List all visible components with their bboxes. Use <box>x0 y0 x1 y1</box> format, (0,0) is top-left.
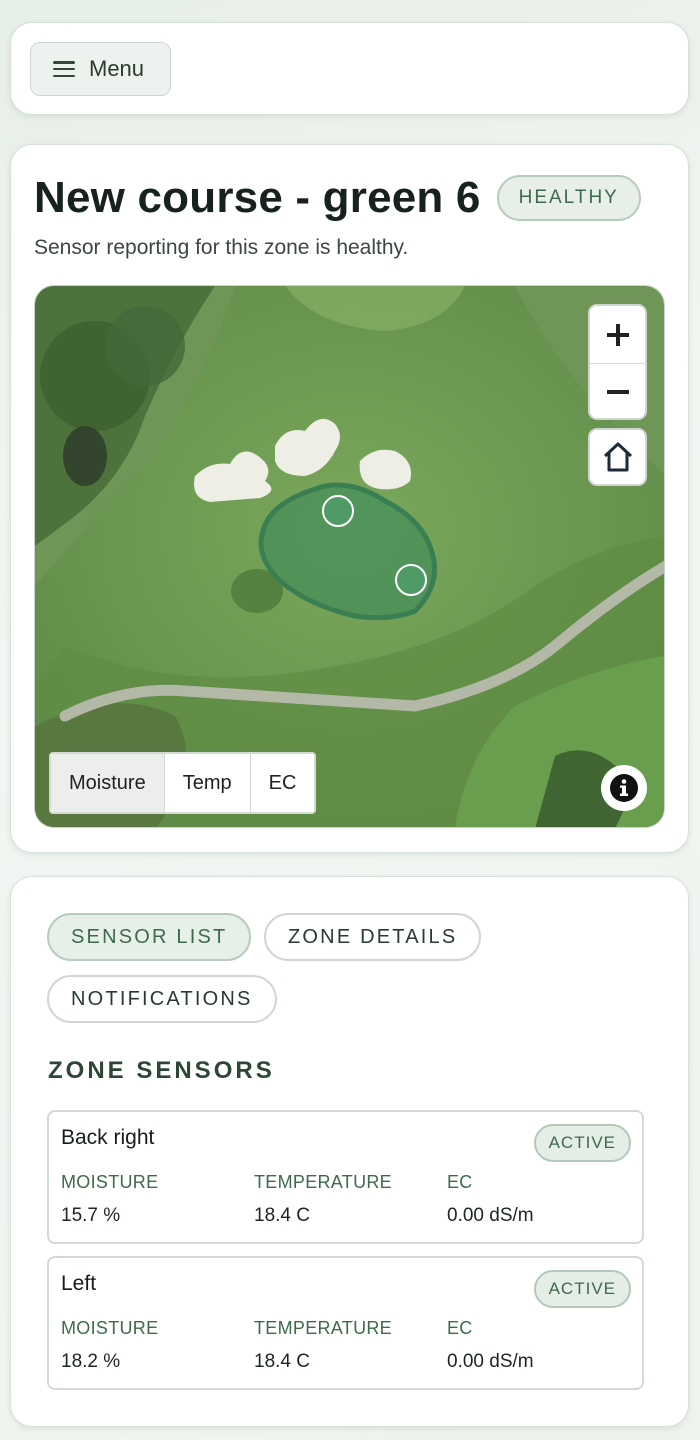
sensor-card[interactable]: Back right ACTIVE MOISTURE 15.7 % TEMPER… <box>47 1110 644 1244</box>
metric-ec: EC 0.00 dS/m <box>447 1172 534 1227</box>
status-badge: HEALTHY <box>496 175 641 221</box>
zone-status-description: Sensor reporting for this zone is health… <box>34 236 409 259</box>
info-button[interactable] <box>601 765 647 811</box>
page-title: New course - green 6 <box>34 173 481 222</box>
status-badge: ACTIVE <box>533 1124 631 1162</box>
minus-icon <box>606 390 629 394</box>
layer-temp-button[interactable]: Temp <box>163 754 250 812</box>
zone-map[interactable]: Moisture Temp EC <box>34 285 665 828</box>
plus-icon <box>606 323 629 346</box>
tab-zone-details[interactable]: ZONE DETAILS <box>264 913 482 961</box>
layer-toggle: Moisture Temp EC <box>49 752 317 814</box>
tab-notifications[interactable]: NOTIFICATIONS <box>47 975 277 1023</box>
sensor-marker-left[interactable] <box>395 564 427 596</box>
satellite-map[interactable] <box>35 286 665 828</box>
metric-label: TEMPERATURE <box>254 1172 392 1192</box>
metric-value: 0.00 dS/m <box>447 1205 534 1226</box>
home-icon <box>603 442 632 472</box>
metric-ec: EC 0.00 dS/m <box>447 1318 534 1373</box>
metric-value: 18.2 % <box>61 1351 121 1372</box>
zoom-out-button[interactable] <box>590 363 645 418</box>
metric-value: 18.4 C <box>254 1205 310 1226</box>
menu-button[interactable]: Menu <box>30 42 171 96</box>
metric-label: MOISTURE <box>61 1318 159 1338</box>
layer-ec-button[interactable]: EC <box>249 754 315 812</box>
metric-value: 0.00 dS/m <box>447 1351 534 1372</box>
section-heading: ZONE SENSORS <box>48 1057 275 1084</box>
sensor-marker-back-right[interactable] <box>322 495 354 527</box>
metric-value: 18.4 C <box>254 1351 310 1372</box>
title-row: New course - green 6 HEALTHY <box>34 173 641 223</box>
metric-label: TEMPERATURE <box>254 1318 392 1338</box>
metric-label: MOISTURE <box>61 1172 159 1192</box>
info-icon <box>610 774 638 802</box>
metric-temperature: TEMPERATURE 18.4 C <box>254 1318 392 1373</box>
layer-moisture-button[interactable]: Moisture <box>51 754 164 812</box>
metric-label: EC <box>447 1172 473 1192</box>
sensor-name: Left <box>61 1272 97 1295</box>
sensor-name: Back right <box>61 1126 155 1149</box>
metric-label: EC <box>447 1318 473 1338</box>
tab-sensor-list[interactable]: SENSOR LIST <box>47 913 252 961</box>
status-badge: ACTIVE <box>533 1270 631 1308</box>
zoom-controls <box>588 304 647 420</box>
home-button[interactable] <box>588 428 647 486</box>
top-bar: Menu <box>10 22 689 115</box>
zone-card: New course - green 6 HEALTHY Sensor repo… <box>10 144 689 853</box>
hamburger-icon <box>53 61 75 77</box>
sensor-card[interactable]: Left ACTIVE MOISTURE 18.2 % TEMPERATURE … <box>47 1256 644 1390</box>
metric-value: 15.7 % <box>61 1205 121 1226</box>
sensors-card: SENSOR LIST ZONE DETAILS NOTIFICATIONS Z… <box>10 876 689 1427</box>
zoom-in-button[interactable] <box>590 306 645 363</box>
metric-temperature: TEMPERATURE 18.4 C <box>254 1172 392 1227</box>
menu-label: Menu <box>89 56 145 81</box>
metric-moisture: MOISTURE 18.2 % <box>61 1318 158 1373</box>
metric-moisture: MOISTURE 15.7 % <box>61 1172 158 1227</box>
